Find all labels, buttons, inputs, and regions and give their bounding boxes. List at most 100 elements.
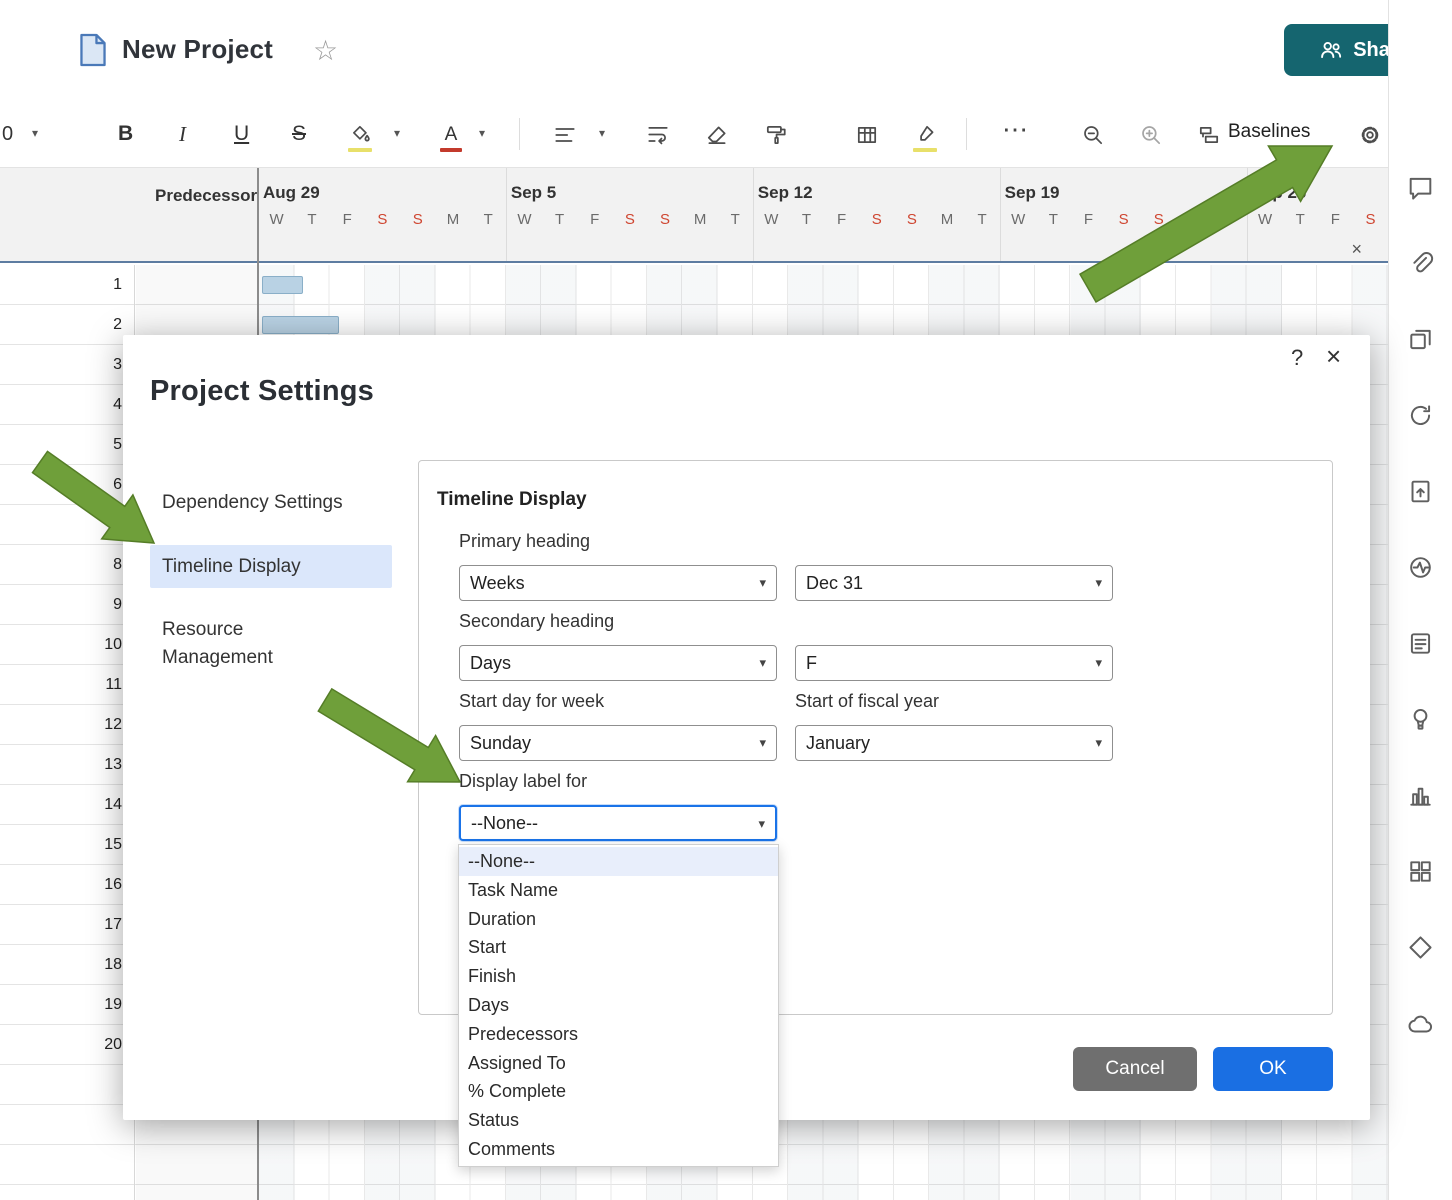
dropdown-option[interactable]: Duration (459, 905, 778, 934)
timeline-header: Predecessors Aug 29WTFSSMTSep 5WTFSSMTSe… (0, 168, 1388, 263)
publish-button[interactable] (1403, 476, 1439, 512)
select-value: Weeks (470, 573, 525, 594)
predecessors-column-header[interactable]: Predecessors (155, 186, 259, 206)
row-number[interactable]: 17 (0, 905, 134, 945)
settings-nav-item[interactable]: Timeline Display (150, 545, 392, 589)
paint-bucket-icon (349, 123, 373, 147)
wrap-text-button[interactable] (645, 122, 671, 148)
row-number[interactable]: 4 (0, 385, 134, 425)
row-number[interactable]: 16 (0, 865, 134, 905)
primary-heading-format-select[interactable]: Dec 31▾ (795, 565, 1113, 601)
row-number[interactable]: 9 (0, 585, 134, 625)
day-letter: W (1001, 208, 1036, 232)
diamond-button[interactable] (1403, 932, 1439, 968)
font-size-caret-icon[interactable]: ▾ (32, 126, 38, 140)
row-number[interactable]: 10 (0, 625, 134, 665)
row-number[interactable]: 7 (0, 505, 134, 545)
card-view-button[interactable] (1403, 856, 1439, 892)
help-icon[interactable]: ? (1291, 345, 1303, 371)
baselines-button[interactable] (1196, 122, 1222, 148)
timeline-close-icon[interactable]: × (1351, 240, 1362, 258)
close-icon[interactable]: × (1326, 341, 1341, 372)
strikethrough-button[interactable]: S (292, 117, 306, 151)
dropdown-option[interactable]: --None-- (459, 847, 778, 876)
row-number[interactable]: 6 (0, 465, 134, 505)
fill-color-caret-icon[interactable]: ▾ (394, 126, 400, 140)
row-number[interactable]: 8 (0, 545, 134, 585)
underline-button[interactable]: U (234, 117, 249, 151)
proofs-button[interactable] (1403, 324, 1439, 360)
dropdown-option[interactable]: Days (459, 991, 778, 1020)
dropdown-option[interactable]: Task Name (459, 876, 778, 905)
row-number[interactable]: 13 (0, 745, 134, 785)
row-number[interactable]: 19 (0, 985, 134, 1025)
settings-nav-label: Resource Management (162, 616, 352, 671)
row-number[interactable]: 14 (0, 785, 134, 825)
row-number[interactable]: 2 (0, 305, 134, 345)
chart-button[interactable] (1403, 780, 1439, 816)
secondary-heading-format-select[interactable]: F▾ (795, 645, 1113, 681)
format-painter-icon (764, 123, 788, 147)
dropdown-option[interactable]: Predecessors (459, 1020, 778, 1049)
table-button[interactable] (854, 122, 880, 148)
row-number[interactable]: 20 (0, 1025, 134, 1065)
row-number[interactable]: 12 (0, 705, 134, 745)
highlighter-button[interactable] (913, 122, 939, 148)
day-letter: S (1141, 208, 1176, 232)
cloud-button[interactable] (1403, 1008, 1439, 1044)
update-request-button[interactable] (1403, 400, 1439, 436)
align-left-button[interactable] (552, 122, 578, 148)
italic-button[interactable]: I (179, 117, 186, 151)
summary-button[interactable] (1403, 628, 1439, 664)
dropdown-option[interactable]: Start (459, 933, 778, 962)
settings-nav-item[interactable]: Resource Management (150, 608, 392, 679)
format-painter-button[interactable] (763, 122, 789, 148)
eraser-button[interactable] (704, 122, 730, 148)
favorite-star-icon[interactable]: ☆ (313, 34, 338, 67)
dropdown-option[interactable]: % Complete (459, 1077, 778, 1106)
baselines-label[interactable]: Baselines (1228, 121, 1310, 143)
row-number[interactable]: 11 (0, 665, 134, 705)
row-number[interactable]: 15 (0, 825, 134, 865)
settings-gear-button[interactable] (1357, 122, 1383, 148)
task-bar[interactable] (262, 316, 339, 334)
task-bar[interactable] (262, 276, 303, 294)
display-label-select[interactable]: --None--▾ (459, 805, 777, 841)
balloon-button[interactable] (1403, 704, 1439, 740)
comment-button[interactable] (1403, 172, 1439, 208)
dropdown-option[interactable]: Finish (459, 962, 778, 991)
font-size-value[interactable]: 0 (2, 117, 13, 151)
row-number[interactable]: 18 (0, 945, 134, 985)
ok-button[interactable]: OK (1213, 1047, 1333, 1091)
cancel-button[interactable]: Cancel (1073, 1047, 1197, 1091)
more-options-button[interactable]: ⋯ (1002, 112, 1028, 146)
zoom-in-button[interactable] (1138, 122, 1164, 148)
activity-log-button[interactable] (1403, 552, 1439, 588)
align-caret-icon[interactable]: ▾ (599, 126, 605, 140)
zoom-out-button[interactable] (1080, 122, 1106, 148)
row-number[interactable]: 5 (0, 425, 134, 465)
day-letter: T (471, 208, 506, 232)
dropdown-option[interactable]: Status (459, 1106, 778, 1135)
toolbar: 0 ▾ B I U S ▾ A ▾ ▾ (0, 100, 1452, 168)
attachment-button[interactable] (1403, 248, 1439, 284)
day-letter: S (1353, 208, 1388, 232)
text-color-caret-icon[interactable]: ▾ (479, 126, 485, 140)
row-number[interactable]: 3 (0, 345, 134, 385)
secondary-heading-select[interactable]: Days▾ (459, 645, 777, 681)
bold-button[interactable]: B (118, 117, 133, 151)
timeline-header-weeks: Aug 29WTFSSMTSep 5WTFSSMTSep 12WTFSSMTSe… (259, 168, 1452, 263)
primary-heading-select[interactable]: Weeks▾ (459, 565, 777, 601)
fiscal-year-select[interactable]: January▾ (795, 725, 1113, 761)
dropdown-option[interactable]: Comments (459, 1135, 778, 1164)
document-icon (78, 32, 108, 68)
day-letter: S (365, 208, 400, 232)
row-number[interactable]: 1 (0, 265, 134, 305)
start-day-select[interactable]: Sunday▾ (459, 725, 777, 761)
dropdown-option[interactable]: Assigned To (459, 1049, 778, 1078)
fill-color-button[interactable] (348, 122, 374, 148)
display-label-options: --None--Task NameDurationStartFinishDays… (458, 844, 779, 1167)
settings-nav-item[interactable]: Dependency Settings (150, 481, 392, 525)
day-letter: F (1318, 208, 1353, 232)
text-color-button[interactable]: A (438, 122, 464, 148)
